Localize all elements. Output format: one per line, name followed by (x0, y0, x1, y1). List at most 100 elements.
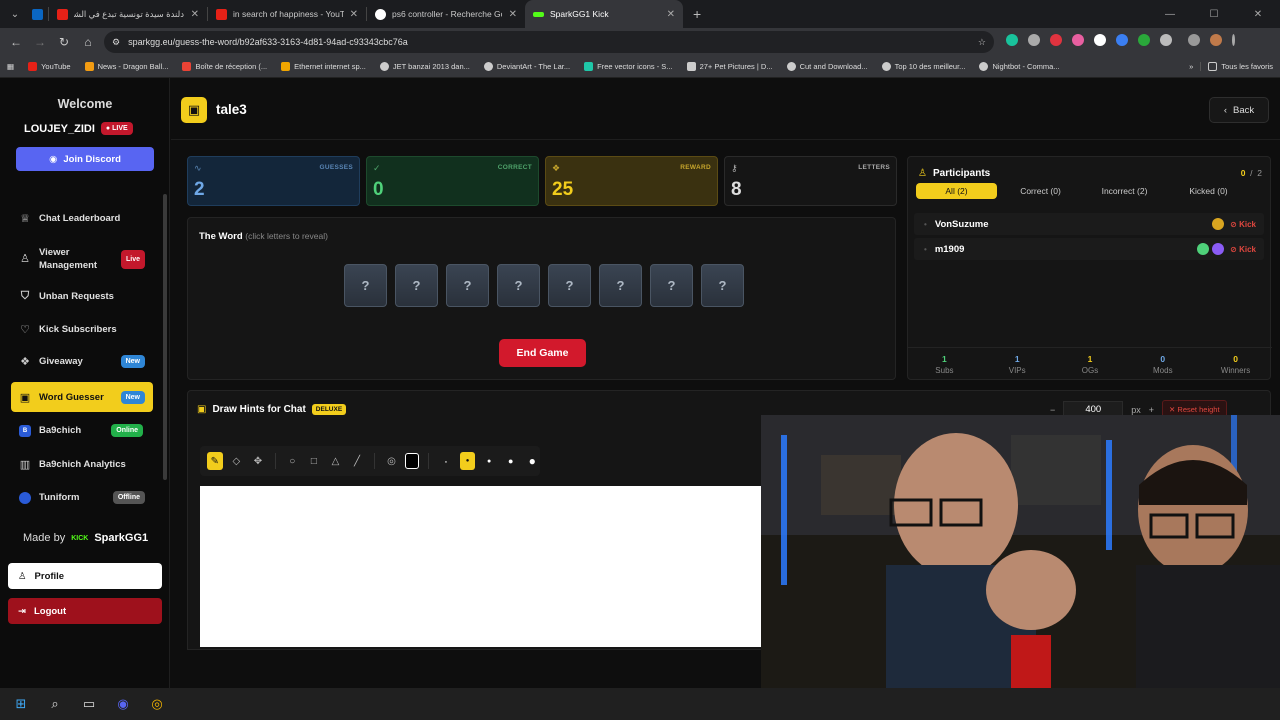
browser-tab[interactable]: ps6 controller - Recherche Goo ✕ (367, 0, 525, 28)
circle-tool-icon[interactable]: ○ (285, 452, 301, 470)
brush-size-2-icon[interactable]: ● (459, 452, 476, 470)
bookmark-star-icon[interactable]: ☆ (978, 37, 986, 48)
triangle-tool-icon[interactable]: △ (328, 452, 344, 470)
browser-tab[interactable]: دلندة سيدة تونسية تبدع في الشا ✕ (49, 0, 207, 28)
letter-tile[interactable]: ? (701, 264, 744, 307)
tab-incorrect[interactable]: Incorrect (2) (1084, 183, 1165, 199)
brush-size-3-icon[interactable]: ● (481, 452, 497, 470)
forward-arrow-icon[interactable]: → (28, 35, 52, 49)
new-tab-icon[interactable]: + (683, 6, 711, 22)
bookmark-item[interactable]: 27+ Pet Pictures | D... (680, 62, 780, 71)
toolbar-divider (274, 453, 276, 469)
extension-icon[interactable] (1094, 34, 1106, 46)
minimize-icon[interactable]: — (1148, 9, 1192, 20)
bookmark-item[interactable]: Ethernet internet sp... (274, 62, 373, 71)
screen: ⌄ دلندة سيدة تونسية تبدع في الشا ✕ in se… (0, 0, 1280, 720)
brush-size-5-icon[interactable]: ● (524, 452, 540, 470)
extension-icon[interactable] (1072, 34, 1084, 46)
maximize-icon[interactable]: ☐ (1192, 9, 1236, 20)
tab-kicked[interactable]: Kicked (0) (1168, 183, 1249, 199)
profile-button[interactable]: ♙ Profile (8, 563, 162, 589)
apps-grid-icon[interactable]: ▦ (0, 62, 21, 71)
back-button[interactable]: ‹ Back (1209, 97, 1269, 123)
sidebar-item-ba9chich[interactable]: B Ba9chich Online (11, 424, 153, 437)
search-icon[interactable]: ⌕ (46, 695, 64, 713)
extension-icon[interactable] (1138, 34, 1150, 46)
pencil-icon[interactable]: ✎ (207, 452, 223, 470)
line-tool-icon[interactable]: ╱ (349, 452, 365, 470)
extension-icon[interactable] (1116, 34, 1128, 46)
bookmark-item[interactable]: JET banzai 2013 dan... (373, 62, 477, 71)
puzzle-icon[interactable] (1160, 34, 1172, 46)
camera-extension-icon[interactable] (1028, 34, 1040, 46)
brush-size-1-icon[interactable]: ● (438, 452, 454, 470)
sidebar-item-word-guesser[interactable]: ▣ Word Guesser New (11, 382, 153, 412)
sidebar-scrollbar[interactable] (163, 194, 167, 480)
letter-tile[interactable]: ? (497, 264, 540, 307)
rectangle-tool-icon[interactable]: □ (306, 452, 322, 470)
bookmark-item[interactable]: Boîte de réception (... (175, 62, 274, 71)
menu-dots-icon[interactable] (1232, 34, 1235, 46)
extension-icon[interactable] (1050, 34, 1062, 46)
more-bookmarks-icon[interactable]: » (1182, 62, 1200, 71)
letter-tile[interactable]: ? (650, 264, 693, 307)
tab-correct[interactable]: Correct (0) (1000, 183, 1081, 199)
browser-tab-active[interactable]: SparkGG1 Kick ✕ (525, 0, 683, 28)
minus-icon[interactable]: − (1050, 405, 1055, 415)
close-icon[interactable]: ✕ (191, 9, 199, 20)
close-window-icon[interactable]: ✕ (1236, 9, 1280, 20)
all-bookmarks[interactable]: Tous les favoris (1200, 62, 1280, 71)
bookmark-item[interactable]: Nightbot - Comma... (972, 62, 1066, 71)
bookmark-item[interactable]: Cut and Download... (780, 62, 875, 71)
palette-icon[interactable]: ◎ (384, 452, 400, 470)
bookmark-item[interactable]: YouTube (21, 62, 77, 71)
chrome-taskbar-icon[interactable]: ◎ (148, 695, 166, 713)
bookmark-item[interactable]: Top 10 des meilleur... (875, 62, 973, 71)
sidebar-item-viewer-management[interactable]: ♙ Viewer Management Live (11, 246, 153, 272)
letter-tile[interactable]: ? (599, 264, 642, 307)
reload-icon[interactable]: ↻ (52, 35, 76, 49)
stat-value: 2 (194, 179, 205, 200)
windows-start-icon[interactable]: ⊞ (12, 695, 30, 713)
sidebar-item-giveaway[interactable]: ❖ Giveaway New (11, 355, 153, 368)
close-icon[interactable]: ✕ (350, 9, 358, 20)
sidebar-item-tuniform[interactable]: Tuniform Offline (11, 491, 153, 504)
letter-tile[interactable]: ? (548, 264, 591, 307)
tab-linkedin[interactable] (28, 0, 48, 28)
tab-all[interactable]: All (2) (916, 183, 997, 199)
move-icon[interactable]: ✥ (250, 452, 266, 470)
address-bar[interactable]: ⚙ sparkgg.eu/guess-the-word/b92af633-316… (104, 31, 994, 53)
tab-search-button[interactable]: ⌄ (2, 4, 28, 24)
eraser-icon[interactable]: ◇ (229, 452, 245, 470)
sidebar-item-ba9chich-analytics[interactable]: ▥ Ba9chich Analytics (11, 458, 153, 471)
join-discord-button[interactable]: ◉ Join Discord (16, 147, 154, 171)
letter-tile[interactable]: ? (395, 264, 438, 307)
kick-button[interactable]: ⊘ Kick (1230, 220, 1256, 229)
extension-icon[interactable] (1006, 34, 1018, 46)
sidebar-item-kick-subscribers[interactable]: ♡ Kick Subscribers (11, 323, 153, 336)
plus-icon[interactable]: + (1149, 405, 1154, 415)
task-view-icon[interactable]: ▭ (80, 695, 98, 713)
bookmark-item[interactable]: News - Dragon Ball... (78, 62, 176, 71)
reading-list-icon[interactable] (1188, 34, 1200, 46)
color-swatch[interactable] (405, 453, 420, 469)
back-arrow-icon[interactable]: ← (4, 35, 28, 49)
brush-size-4-icon[interactable]: ● (503, 452, 519, 470)
letter-tile[interactable]: ? (446, 264, 489, 307)
close-icon[interactable]: ✕ (667, 9, 675, 20)
letter-tile[interactable]: ? (344, 264, 387, 307)
profile-avatar-icon[interactable] (1210, 34, 1222, 46)
browser-tab[interactable]: in search of happiness - YouTu ✕ (208, 0, 366, 28)
home-icon[interactable]: ⌂ (76, 35, 100, 49)
sidebar-item-unban-requests[interactable]: ⛉ Unban Requests (11, 290, 153, 302)
site-info-icon[interactable]: ⚙ (112, 37, 120, 48)
close-icon[interactable]: ✕ (509, 9, 517, 20)
logout-button[interactable]: ⇥ Logout (8, 598, 162, 624)
kick-button[interactable]: ⊘ Kick (1230, 245, 1256, 254)
discord-taskbar-icon[interactable]: ◉ (114, 695, 132, 713)
end-game-button[interactable]: End Game (499, 339, 586, 367)
bookmark-item[interactable]: Free vector icons - S... (577, 62, 679, 71)
sidebar-item-chat-leaderboard[interactable]: ♕ Chat Leaderboard (11, 212, 153, 225)
bookmark-item[interactable]: DeviantArt - The Lar... (477, 62, 577, 71)
drawing-canvas[interactable] (200, 486, 762, 647)
